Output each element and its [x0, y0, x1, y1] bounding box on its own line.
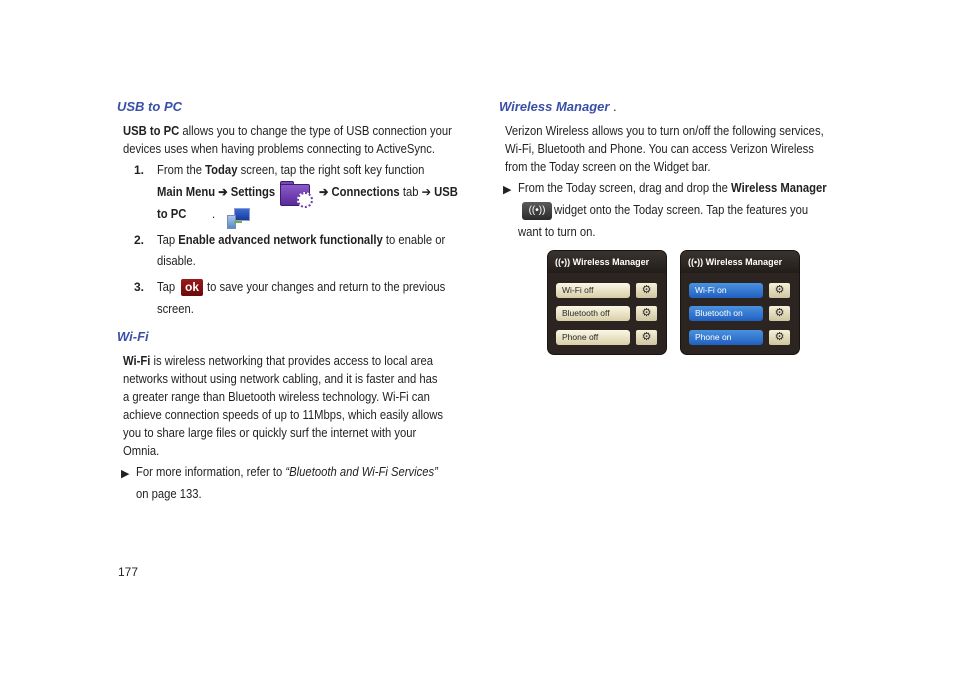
usb-label: USB: [434, 185, 458, 199]
bluetooth-wifi-reference-link[interactable]: “Bluetooth and Wi-Fi Services”: [285, 465, 437, 479]
period: .: [212, 207, 216, 221]
step-1-line3: to PC: [157, 205, 186, 223]
widget-title: Wireless Manager: [705, 257, 783, 267]
page-number: 177: [118, 565, 139, 579]
usb-to-pc-heading: USB to PC: [117, 99, 182, 114]
step-3-line2: screen.: [157, 302, 194, 316]
step-1-line2a: Main Menu ➔ Settings: [157, 183, 275, 201]
step-1-number: 1.: [134, 163, 145, 177]
wireless-manager-heading: Wireless Manager: [499, 99, 610, 114]
wifi-more-info: For more information, refer to “Bluetoot…: [136, 463, 438, 481]
text: to enable or: [382, 233, 446, 247]
step-2-number: 2.: [134, 233, 145, 247]
widget-header: ((•)) Wireless Manager: [548, 251, 666, 273]
wireless-manager-heading-wrap: Wireless Manager .: [499, 99, 617, 114]
bluetooth-settings-gear-icon[interactable]: ⚙: [636, 306, 657, 321]
enable-advanced-label: Enable advanced network functionally: [178, 233, 383, 247]
wm-bullet-line3: want to turn on.: [518, 225, 596, 239]
to-pc-label: to PC: [157, 207, 187, 221]
wifi-line6: Omnia.: [123, 444, 160, 458]
text: .: [609, 99, 617, 114]
phone-settings-gear-icon[interactable]: ⚙: [769, 330, 790, 345]
antenna-icon: ((•)): [688, 257, 704, 267]
phone-toggle-button[interactable]: Phone on: [689, 330, 763, 345]
bluetooth-toggle-button[interactable]: Bluetooth on: [689, 306, 763, 321]
wm-intro-line3: from the Today screen on the Widget bar.: [505, 160, 711, 174]
wireless-manager-label: Wireless Manager: [731, 181, 827, 195]
wifi-bold: Wi-Fi: [123, 354, 151, 368]
wireless-manager-widget-on: ((•)) Wireless Manager Wi-Fi on ⚙ Blueto…: [681, 251, 799, 354]
ok-button-icon: ok: [181, 279, 203, 296]
bluetooth-toggle-button[interactable]: Bluetooth off: [556, 306, 630, 321]
wm-bullet-line1: From the Today screen, drag and drop the…: [518, 179, 827, 197]
today-label: Today: [205, 163, 238, 177]
step-3-number: 3.: [134, 280, 145, 294]
wifi-line5: you to share large files or quickly surf…: [123, 426, 417, 440]
wm-intro-line1: Verizon Wireless allows you to turn on/o…: [505, 124, 824, 138]
connections-label: ➔ Connections: [319, 185, 400, 199]
wireless-manager-widget-off: ((•)) Wireless Manager Wi-Fi off ⚙ Bluet…: [548, 251, 666, 354]
bluetooth-settings-gear-icon[interactable]: ⚙: [769, 306, 790, 321]
step-1-line1: From the Today screen, tap the right sof…: [157, 161, 424, 179]
wifi-line1: Wi-Fi is wireless networking that provid…: [123, 352, 433, 370]
text: From the: [157, 163, 206, 177]
settings-folder-icon: [279, 180, 313, 208]
wifi-toggle-button[interactable]: Wi-Fi on: [689, 283, 763, 298]
phone-toggle-button[interactable]: Phone off: [556, 330, 630, 345]
widget-title: Wireless Manager: [572, 257, 650, 267]
phone-settings-gear-icon[interactable]: ⚙: [636, 330, 657, 345]
text: screen, tap the right soft key function: [237, 163, 425, 177]
step-1-line2b: ➔ Connections tab ➔ USB: [319, 183, 458, 201]
bullet-triangle-icon: ▶: [503, 184, 512, 196]
wm-intro-line2: Wi-Fi, Bluetooth and Phone. You can acce…: [505, 142, 814, 156]
wifi-settings-gear-icon[interactable]: ⚙: [769, 283, 790, 298]
text: From the Today screen, drag and drop the: [518, 181, 732, 195]
wifi-heading: Wi-Fi: [117, 329, 149, 344]
wireless-manager-antenna-icon: ((•)): [522, 202, 552, 220]
wifi-settings-gear-icon[interactable]: ⚙: [636, 283, 657, 298]
antenna-icon: ((•)): [555, 257, 571, 267]
wifi-line4: achieve connection speeds of up to 11Mbp…: [123, 408, 443, 422]
step-2-line2: disable.: [157, 254, 196, 268]
wifi-toggle-button[interactable]: Wi-Fi off: [556, 283, 630, 298]
bullet-triangle-icon: ▶: [121, 468, 130, 480]
main-menu-settings-path: Main Menu ➔ Settings: [157, 185, 276, 199]
text: For more information, refer to: [136, 465, 286, 479]
usb-intro-line2: devices uses when having problems connec…: [123, 142, 436, 156]
usb-to-pc-icon: [226, 208, 251, 229]
widget-header: ((•)) Wireless Manager: [681, 251, 799, 273]
wifi-more-info-line2: on page 133.: [136, 487, 202, 501]
text: Tap: [157, 233, 179, 247]
step-2-line1: Tap Enable advanced network functionally…: [157, 231, 445, 249]
text: is wireless networking that provides acc…: [153, 354, 434, 368]
step-3-tap: Tap: [157, 280, 176, 294]
text: tab ➔: [399, 185, 435, 199]
usb-intro-line1: USB to PC allows you to change the type …: [123, 122, 452, 140]
wm-bullet-line2: widget onto the Today screen. Tap the fe…: [554, 203, 809, 217]
usb-intro-text: allows you to change the type of USB con…: [179, 124, 452, 138]
step-3-line1: to save your changes and return to the p…: [207, 280, 446, 294]
wifi-line2: networks without using network cabling, …: [123, 372, 438, 386]
usb-intro-bold: USB to PC: [123, 124, 180, 138]
wifi-line3: a greater range than Bluetooth wireless …: [123, 390, 430, 404]
